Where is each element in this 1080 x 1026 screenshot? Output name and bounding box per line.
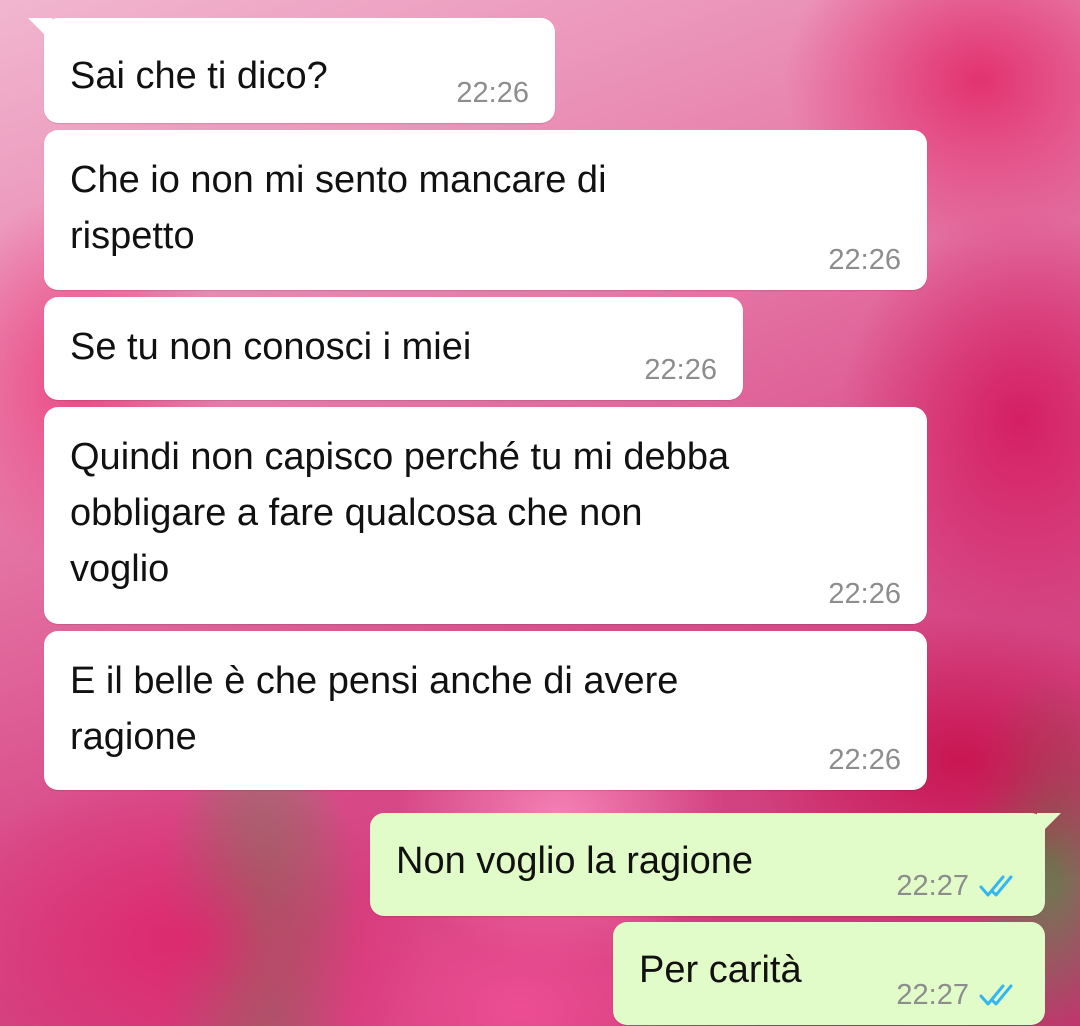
message-meta: 22:26: [828, 244, 901, 276]
message-time: 22:27: [896, 870, 969, 902]
message-time: 22:27: [896, 979, 969, 1011]
message-time: 22:26: [828, 744, 901, 776]
message-text: E il belle è che pensi anche di avere ra…: [70, 660, 679, 758]
double-check-read-icon: [979, 984, 1013, 1006]
message-text: Non voglio la ragione: [396, 840, 754, 882]
message-time: 22:26: [644, 354, 717, 386]
message-meta: 22:26: [644, 354, 717, 386]
message-meta: 22:26: [828, 744, 901, 776]
message-meta: 22:26: [456, 77, 529, 109]
message-time: 22:26: [456, 77, 529, 109]
message-bubble-outgoing[interactable]: Per carità 22:27: [613, 922, 1045, 1025]
message-text: Se tu non conosci i miei: [70, 326, 472, 368]
message-text: Che io non mi sento mancare di rispetto: [70, 159, 607, 257]
message-bubble-incoming[interactable]: Sai che ti dico? 22:26: [28, 18, 555, 123]
message-meta: 22:26: [828, 578, 901, 610]
message-text: Quindi non capisco perché tu mi debba ob…: [70, 436, 730, 590]
message-bubble-incoming[interactable]: E il belle è che pensi anche di avere ra…: [44, 631, 927, 790]
double-check-read-icon: [979, 875, 1013, 897]
message-text: Per carità: [639, 949, 802, 991]
bubble-tail: [28, 18, 52, 42]
message-bubble-incoming[interactable]: Che io non mi sento mancare di rispetto …: [44, 130, 927, 290]
message-bubble-incoming[interactable]: Se tu non conosci i miei 22:26: [44, 297, 743, 400]
bubble-tail: [1037, 813, 1061, 837]
message-meta: 22:27: [896, 870, 1021, 902]
message-time: 22:26: [828, 244, 901, 276]
message-text: Sai che ti dico?: [70, 55, 328, 97]
message-meta: 22:27: [896, 979, 1021, 1011]
message-time: 22:26: [828, 578, 901, 610]
message-bubble-incoming[interactable]: Quindi non capisco perché tu mi debba ob…: [44, 407, 927, 624]
message-bubble-outgoing[interactable]: Non voglio la ragione 22:27: [370, 813, 1061, 916]
chat-message-list: Sai che ti dico? 22:26 Che io non mi sen…: [0, 0, 1080, 1026]
